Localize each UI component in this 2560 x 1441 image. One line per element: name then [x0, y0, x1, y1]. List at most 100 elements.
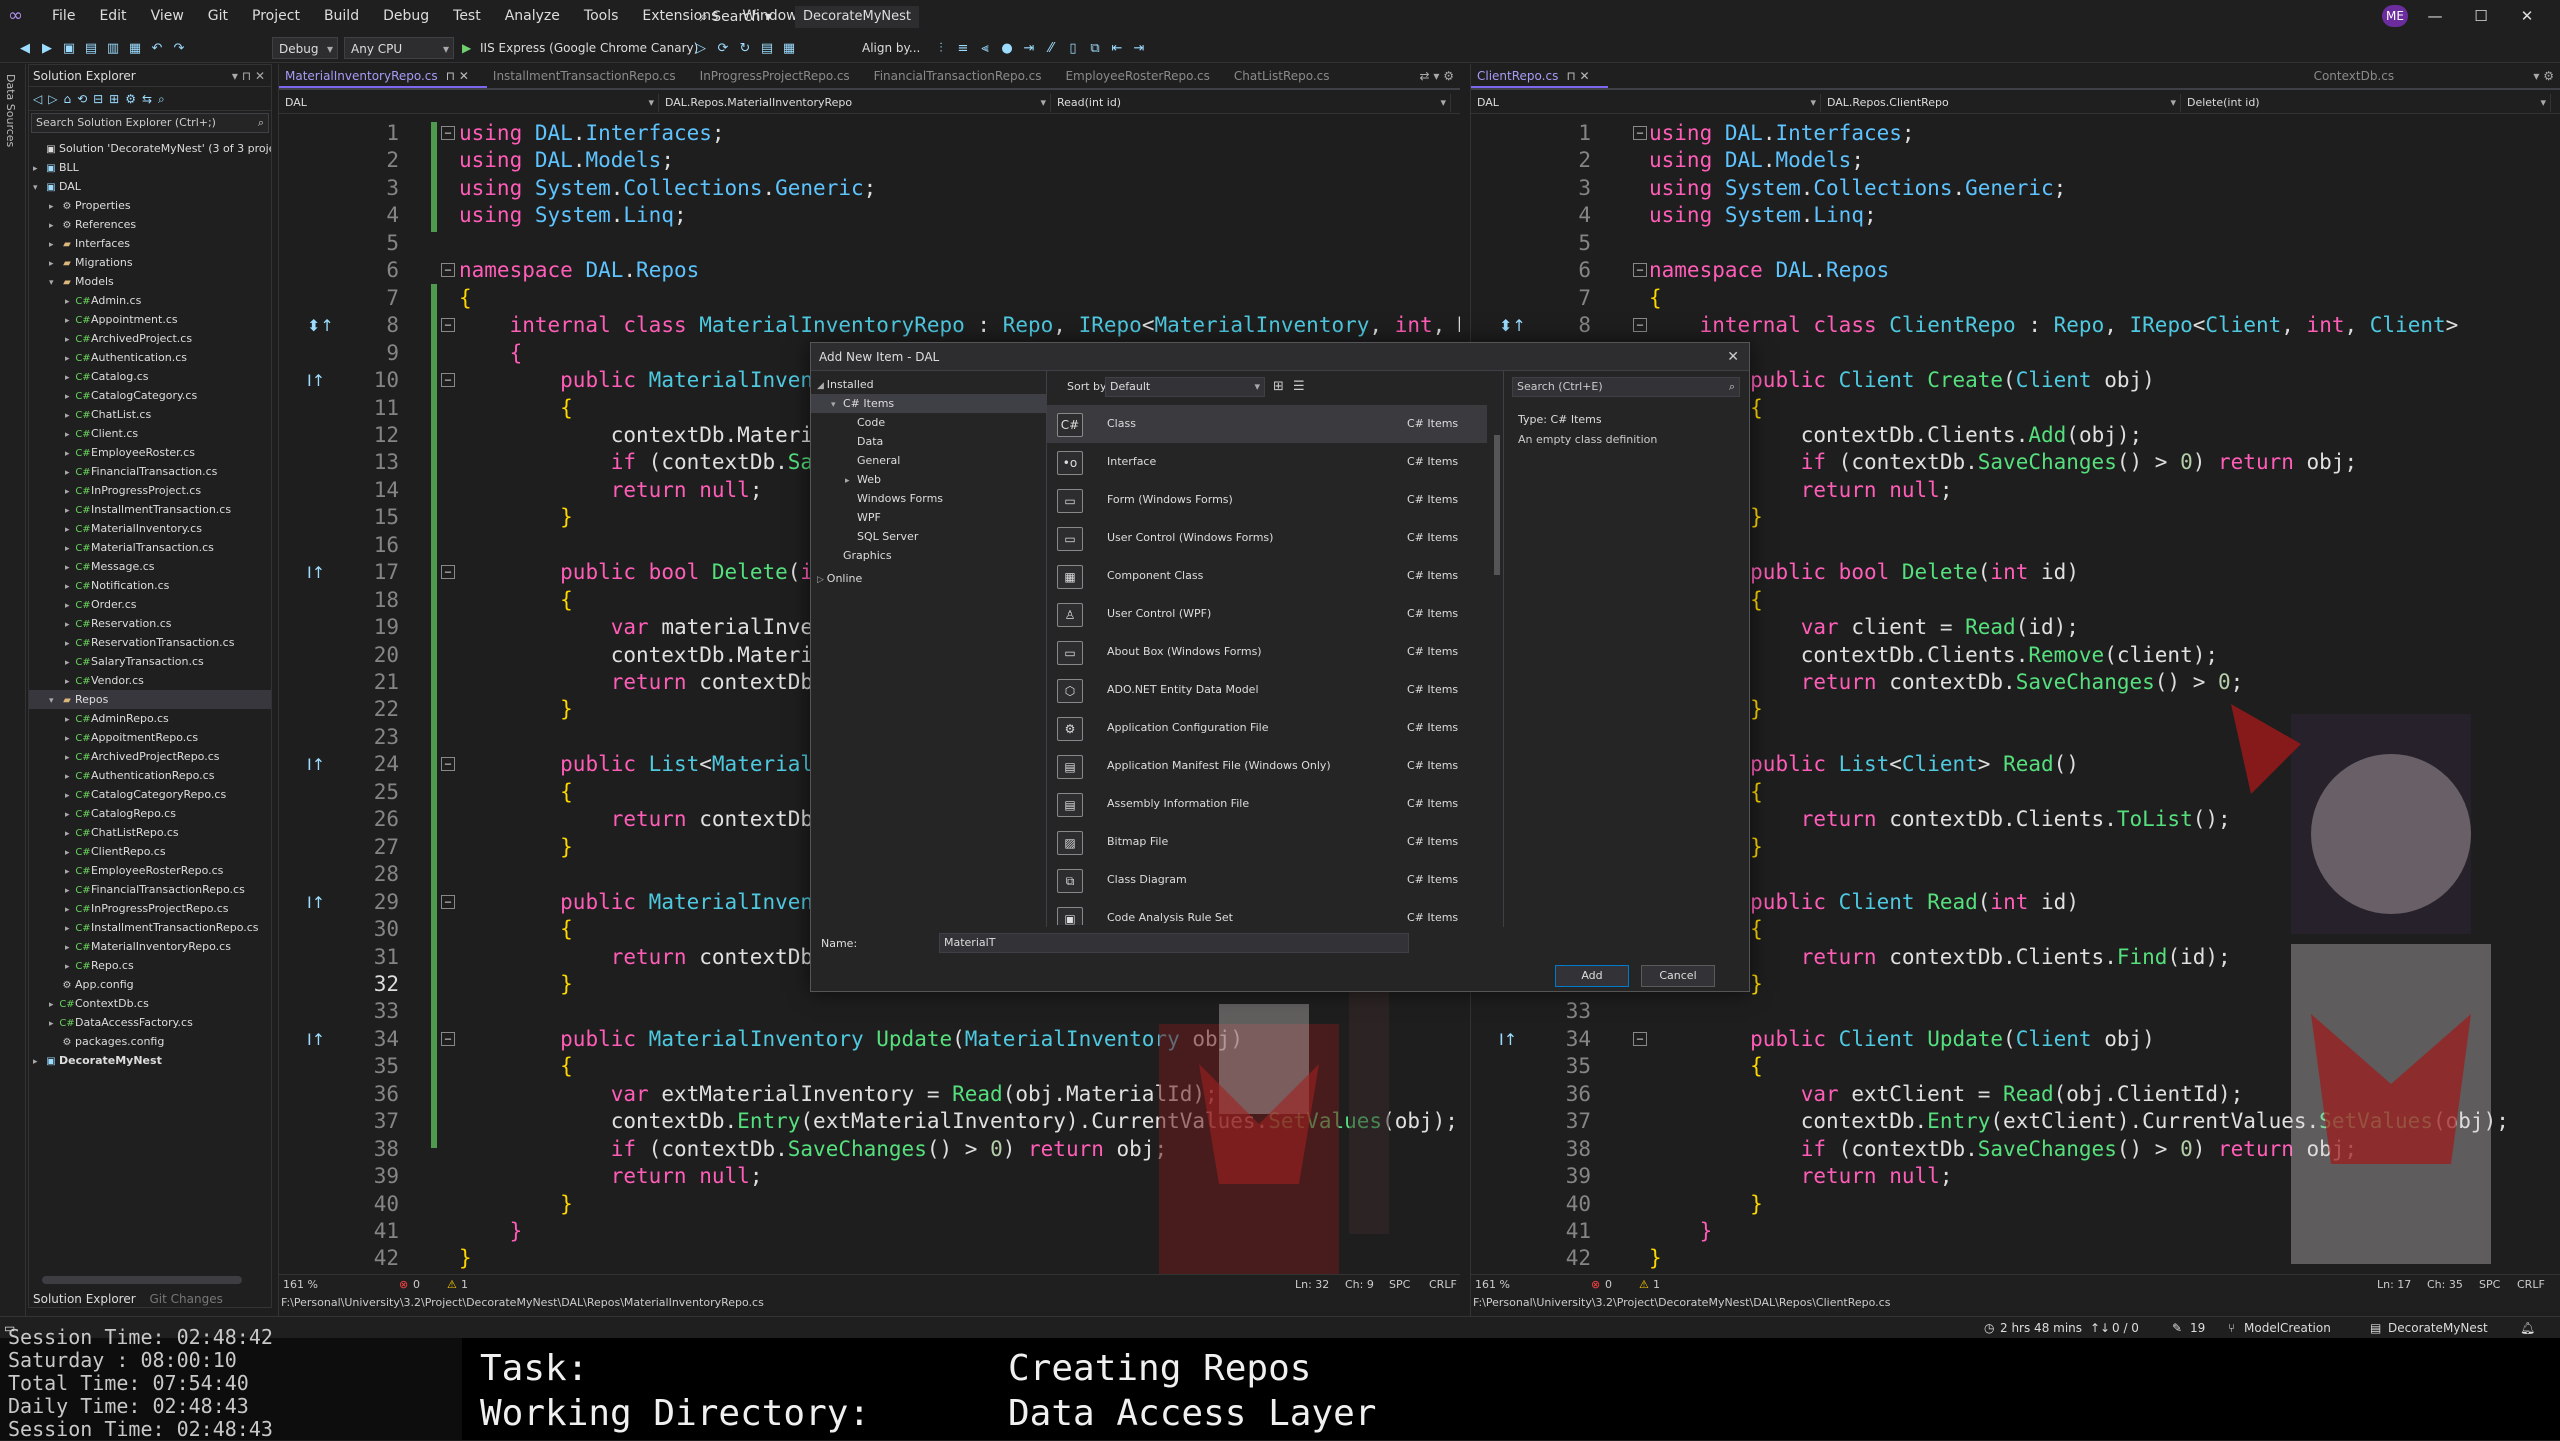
tree-node[interactable]: ▸ C#Order.cs: [29, 595, 271, 614]
git-sync-count[interactable]: 0 / 0: [2112, 1321, 2139, 1335]
project-dropdown[interactable]: DAL: [1471, 94, 1821, 112]
outdent-icon[interactable]: ⇥: [1128, 38, 1150, 60]
comment-icon[interactable]: ⁄⁄: [1040, 38, 1062, 60]
list-view-icon[interactable]: ☰: [1293, 379, 1305, 394]
codelens-icon[interactable]: ⬍↑: [1499, 312, 1526, 339]
tree-node[interactable]: ▸ C#InstallmentTransaction.cs: [29, 500, 271, 519]
align-center-icon[interactable]: ≡: [952, 38, 974, 60]
tree-node[interactable]: ▸ ▰ Interfaces: [29, 234, 271, 253]
fold-toggle-icon[interactable]: −: [1633, 1031, 1647, 1046]
tree-node[interactable]: ▾ ▣ DAL: [29, 177, 271, 196]
code-line[interactable]: 7{: [1471, 285, 2560, 312]
template-item[interactable]: ▭ About Box (Windows Forms) C# Items: [1047, 633, 1487, 671]
expand-arrow-icon[interactable]: ▸: [65, 521, 75, 538]
expand-arrow-icon[interactable]: ▸: [65, 426, 75, 443]
open-icon[interactable]: ▤: [80, 38, 102, 60]
menu-item-edit[interactable]: Edit: [87, 0, 138, 33]
tree-node[interactable]: ▸ C#ChatListRepo.cs: [29, 823, 271, 842]
template-item[interactable]: ⬡ ADO.NET Entity Data Model C# Items: [1047, 671, 1487, 709]
code-line[interactable]: 41 }: [279, 1218, 1460, 1245]
tree-node[interactable]: ▸ C#CatalogRepo.cs: [29, 804, 271, 823]
fold-toggle-icon[interactable]: −: [441, 894, 455, 909]
close-icon[interactable]: ✕: [2504, 0, 2550, 33]
line-ending[interactable]: CRLF: [2517, 1278, 2545, 1291]
data-sources-tab[interactable]: Data Sources: [4, 74, 17, 147]
tree-node[interactable]: ▸ C#MaterialTransaction.cs: [29, 538, 271, 557]
tree-node[interactable]: ▸ C#ReservationTransaction.cs: [29, 633, 271, 652]
expand-arrow-icon[interactable]: ▸: [65, 331, 75, 348]
config-dropdown[interactable]: Debug: [272, 37, 338, 60]
zoom-level[interactable]: 161 %: [1475, 1278, 1510, 1291]
template-search-input[interactable]: Search (Ctrl+E): [1512, 377, 1740, 397]
fold-toggle-icon[interactable]: −: [441, 318, 455, 333]
expand-arrow-icon[interactable]: ▸: [65, 901, 75, 918]
tree-node[interactable]: ▸ C#Catalog.cs: [29, 367, 271, 386]
menu-item-view[interactable]: View: [139, 0, 196, 33]
redo-icon[interactable]: ↷: [168, 38, 190, 60]
tree-node[interactable]: ▸ C#Appointment.cs: [29, 310, 271, 329]
session-time[interactable]: 2 hrs 48 mins: [2000, 1321, 2082, 1335]
expand-arrow-icon[interactable]: ▾: [49, 274, 59, 291]
menu-item-git[interactable]: Git: [196, 0, 240, 33]
browse-icon[interactable]: ▤: [756, 38, 778, 60]
class-dropdown[interactable]: DAL.Repos.MaterialInventoryRepo: [659, 94, 1051, 112]
editor-tab[interactable]: MaterialInventoryRepo.cs ⊓ ✕: [279, 64, 487, 88]
indent-mode[interactable]: SPC: [1389, 1278, 1410, 1291]
expand-arrow-icon[interactable]: ▸: [65, 578, 75, 595]
codelens-icon[interactable]: I↑: [1499, 1026, 1517, 1053]
fold-toggle-icon[interactable]: −: [441, 126, 455, 140]
code-line[interactable]: 5: [279, 230, 1460, 257]
template-item[interactable]: ▨ Bitmap File C# Items: [1047, 823, 1487, 861]
dialog-close-icon[interactable]: ✕: [1727, 343, 1739, 371]
online-node[interactable]: ▷ Online: [811, 569, 1046, 588]
tree-node[interactable]: ▸ C#InstallmentTransactionRepo.cs: [29, 918, 271, 937]
expand-arrow-icon[interactable]: ▸: [65, 768, 75, 785]
save-all-icon[interactable]: ▦: [124, 38, 146, 60]
code-line[interactable]: 4 using System.Linq;: [279, 202, 1460, 229]
code-line[interactable]: 39 return null;: [1471, 1163, 2560, 1190]
sort-dropdown[interactable]: Default: [1105, 377, 1265, 397]
warning-count[interactable]: 1: [461, 1278, 468, 1291]
category-node[interactable]: ▾ C# Items: [811, 394, 1046, 413]
tree-node[interactable]: ▸ C#Notification.cs: [29, 576, 271, 595]
code-line[interactable]: 36 var extClient = Read(obj.ClientId);: [1471, 1081, 2560, 1108]
expand-arrow-icon[interactable]: ▸: [65, 844, 75, 861]
changes-count[interactable]: 19: [2190, 1321, 2205, 1335]
template-item[interactable]: ⚙ Application Configuration File C# Items: [1047, 709, 1487, 747]
code-line[interactable]: 35 {: [1471, 1053, 2560, 1080]
align-right-icon[interactable]: ⫷: [974, 38, 996, 60]
code-line[interactable]: 41 }: [1471, 1218, 2560, 1245]
code-line[interactable]: 37 contextDb.Entry(extMaterialInventory)…: [279, 1108, 1460, 1135]
tab-overflow-icon[interactable]: ▾ ⚙: [2533, 64, 2554, 88]
expand-arrow-icon[interactable]: ▸: [49, 217, 59, 234]
code-line[interactable]: 4 using System.Linq;: [1471, 202, 2560, 229]
tree-node[interactable]: ▸ ▣ DecorateMyNest: [29, 1051, 271, 1070]
code-line[interactable]: 6 − namespace DAL.Repos: [279, 257, 1460, 284]
fold-toggle-icon[interactable]: −: [441, 757, 455, 772]
repo-name[interactable]: DecorateMyNest: [2388, 1321, 2488, 1335]
tree-node[interactable]: ▸ C#CatalogCategoryRepo.cs: [29, 785, 271, 804]
name-input[interactable]: MaterialT: [939, 933, 1409, 953]
category-node[interactable]: Data: [811, 432, 1046, 451]
tree-node[interactable]: ▾ ▰ Repos: [29, 690, 271, 709]
expand-arrow-icon[interactable]: ▸: [65, 445, 75, 462]
record-icon[interactable]: ●: [996, 38, 1018, 60]
expand-arrow-icon[interactable]: ▸: [65, 312, 75, 329]
menu-item-analyze[interactable]: Analyze: [493, 0, 572, 33]
installed-node[interactable]: ◢ Installed: [811, 375, 1046, 394]
codelens-icon[interactable]: I↑: [307, 751, 325, 778]
editor-tab[interactable]: ContextDb.cs: [2308, 64, 2413, 88]
codelens-icon[interactable]: ⬍↑: [307, 312, 334, 339]
tree-node[interactable]: ▸ ▣ BLL: [29, 158, 271, 177]
expand-arrow-icon[interactable]: ▸: [65, 787, 75, 804]
fold-toggle-icon[interactable]: −: [441, 263, 455, 278]
code-line[interactable]: 36 var extMaterialInventory = Read(obj.M…: [279, 1081, 1460, 1108]
avatar[interactable]: ME: [2382, 5, 2408, 27]
tree-node[interactable]: ▸ C#Client.cs: [29, 424, 271, 443]
tab-git-changes[interactable]: Git Changes: [145, 1292, 228, 1306]
category-node[interactable]: Code: [811, 413, 1046, 432]
code-line[interactable]: 40 }: [1471, 1191, 2560, 1218]
expand-arrow-icon[interactable]: ▸: [65, 502, 75, 519]
back-icon[interactable]: ◀: [14, 38, 36, 60]
template-item[interactable]: ▤ Application Manifest File (Windows Only…: [1047, 747, 1487, 785]
